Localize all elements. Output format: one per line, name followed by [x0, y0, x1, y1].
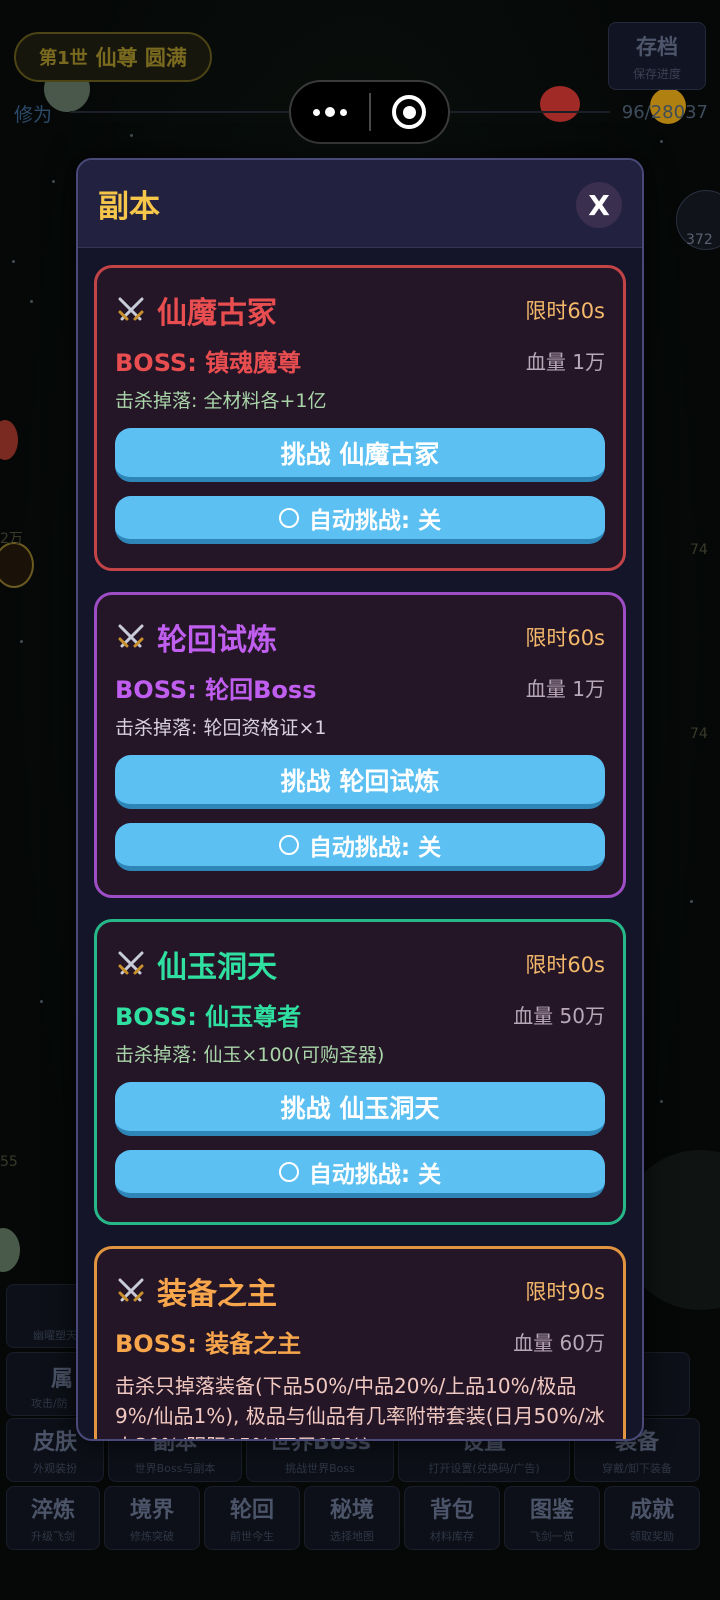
- drop-info: 击杀掉落: 全材料各+1亿: [115, 390, 327, 412]
- nav-realm[interactable]: 境界 修炼突破: [104, 1486, 200, 1550]
- boss-name: BOSS: 装备之主: [115, 1329, 302, 1358]
- time-limit: 限时60s: [525, 626, 605, 650]
- dungeon-name: 仙玉洞天: [157, 950, 277, 985]
- challenge-button[interactable]: 挑战 轮回试炼: [115, 755, 605, 809]
- nav-row-2: 淬炼 升级飞剑 境界 修炼突破 轮回 前世今生 秘境 选择地图 背包 材料库存 …: [6, 1486, 716, 1552]
- dungeon-name: 装备之主: [157, 1277, 277, 1312]
- crossed-swords-icon: [118, 1278, 144, 1302]
- nav-achievements[interactable]: 成就 领取奖励: [604, 1486, 700, 1550]
- boss-hp: 血量 60万: [513, 1330, 605, 1355]
- enemy-orb: [540, 86, 580, 122]
- auto-challenge-toggle[interactable]: 自动挑战: 关: [115, 823, 605, 871]
- drop-info: 击杀掉落: 仙玉×100(可购圣器): [115, 1044, 385, 1066]
- dungeon-card: 装备之主 限时90s BOSS: 装备之主 血量 60万 击杀只掉落装备(下品5…: [94, 1246, 626, 1439]
- radio-off-icon: [278, 1161, 299, 1182]
- dungeon-modal: 副本 X 仙魔古冢 限时60s BOSS: 镇魂魔尊 血量 1万 击杀掉落: 全…: [76, 158, 644, 1441]
- realm-label: 仙尊 圆满: [95, 46, 187, 70]
- realm-badge: 第1世 仙尊 圆满: [14, 32, 212, 82]
- dungeon-list[interactable]: 仙魔古冢 限时60s BOSS: 镇魂魔尊 血量 1万 击杀掉落: 全材料各+1…: [78, 248, 642, 1439]
- time-limit: 限时60s: [525, 299, 605, 323]
- drop-info: 击杀掉落: 轮回资格证×1: [115, 717, 327, 739]
- more-dots-icon: [312, 107, 347, 117]
- cultivation-label: 修为: [14, 104, 53, 126]
- dungeon-card: 仙魔古冢 限时60s BOSS: 镇魂魔尊 血量 1万 击杀掉落: 全材料各+1…: [94, 265, 626, 571]
- radio-off-icon: [278, 834, 299, 855]
- modal-title: 副本: [98, 189, 160, 225]
- enemy-orb: [0, 420, 18, 460]
- close-icon: X: [588, 188, 610, 222]
- nav-backpack[interactable]: 背包 材料库存: [404, 1486, 500, 1550]
- crossed-swords-icon: [118, 297, 144, 321]
- boss-name: BOSS: 仙玉尊者: [115, 1002, 302, 1031]
- nav-codex[interactable]: 图鉴 飞剑一览: [504, 1486, 600, 1550]
- boss-name: BOSS: 镇魂魔尊: [115, 348, 302, 377]
- enemy-orb: [0, 1228, 20, 1272]
- auto-challenge-toggle[interactable]: 自动挑战: 关: [115, 496, 605, 544]
- dungeon-name: 仙魔古冢: [157, 296, 277, 331]
- target-icon: [392, 95, 427, 129]
- boss-hp: 血量 1万: [525, 349, 605, 374]
- radio-off-icon: [278, 507, 299, 528]
- challenge-button[interactable]: 挑战 仙魔古冢: [115, 428, 605, 482]
- dungeon-card: 轮回试炼 限时60s BOSS: 轮回Boss 血量 1万 击杀掉落: 轮回资格…: [94, 592, 626, 898]
- boss-name: BOSS: 轮回Boss: [115, 675, 317, 704]
- drop-info: 击杀只掉落装备(下品50%/中品20%/上品10%/极品9%/仙品1%), 极品…: [115, 1374, 605, 1439]
- nav-secret-realm[interactable]: 秘境 选择地图: [304, 1486, 400, 1550]
- time-limit: 限时90s: [525, 1280, 605, 1304]
- save-label: 存档: [636, 34, 678, 59]
- boss-hp: 血量 1万: [525, 676, 605, 701]
- nav-reincarnation[interactable]: 轮回 前世今生: [204, 1486, 300, 1550]
- modal-header: 副本 X: [78, 160, 642, 248]
- save-button[interactable]: 存档 保存进度: [608, 22, 706, 90]
- close-button[interactable]: X: [576, 182, 622, 228]
- nav-temper[interactable]: 淬炼 升级飞剑: [6, 1486, 100, 1550]
- boss-hp: 血量 50万: [513, 1003, 605, 1028]
- crossed-swords-icon: [118, 624, 144, 648]
- time-limit: 限时60s: [525, 953, 605, 977]
- enemy-orb: [0, 542, 34, 588]
- cultivation-count: 96/28037: [621, 102, 708, 123]
- crossed-swords-icon: [118, 951, 144, 975]
- generation-label: 第1世: [39, 48, 88, 69]
- save-sub: 保存进度: [632, 66, 681, 81]
- more-menu-button[interactable]: [291, 82, 369, 142]
- challenge-button[interactable]: 挑战 仙玉洞天: [115, 1082, 605, 1136]
- close-miniprogram-button[interactable]: [371, 82, 449, 142]
- dungeon-card: 仙玉洞天 限时60s BOSS: 仙玉尊者 血量 50万 击杀掉落: 仙玉×10…: [94, 919, 626, 1225]
- miniprogram-capsule: [289, 80, 450, 144]
- auto-challenge-toggle[interactable]: 自动挑战: 关: [115, 1150, 605, 1198]
- dungeon-name: 轮回试炼: [157, 623, 277, 658]
